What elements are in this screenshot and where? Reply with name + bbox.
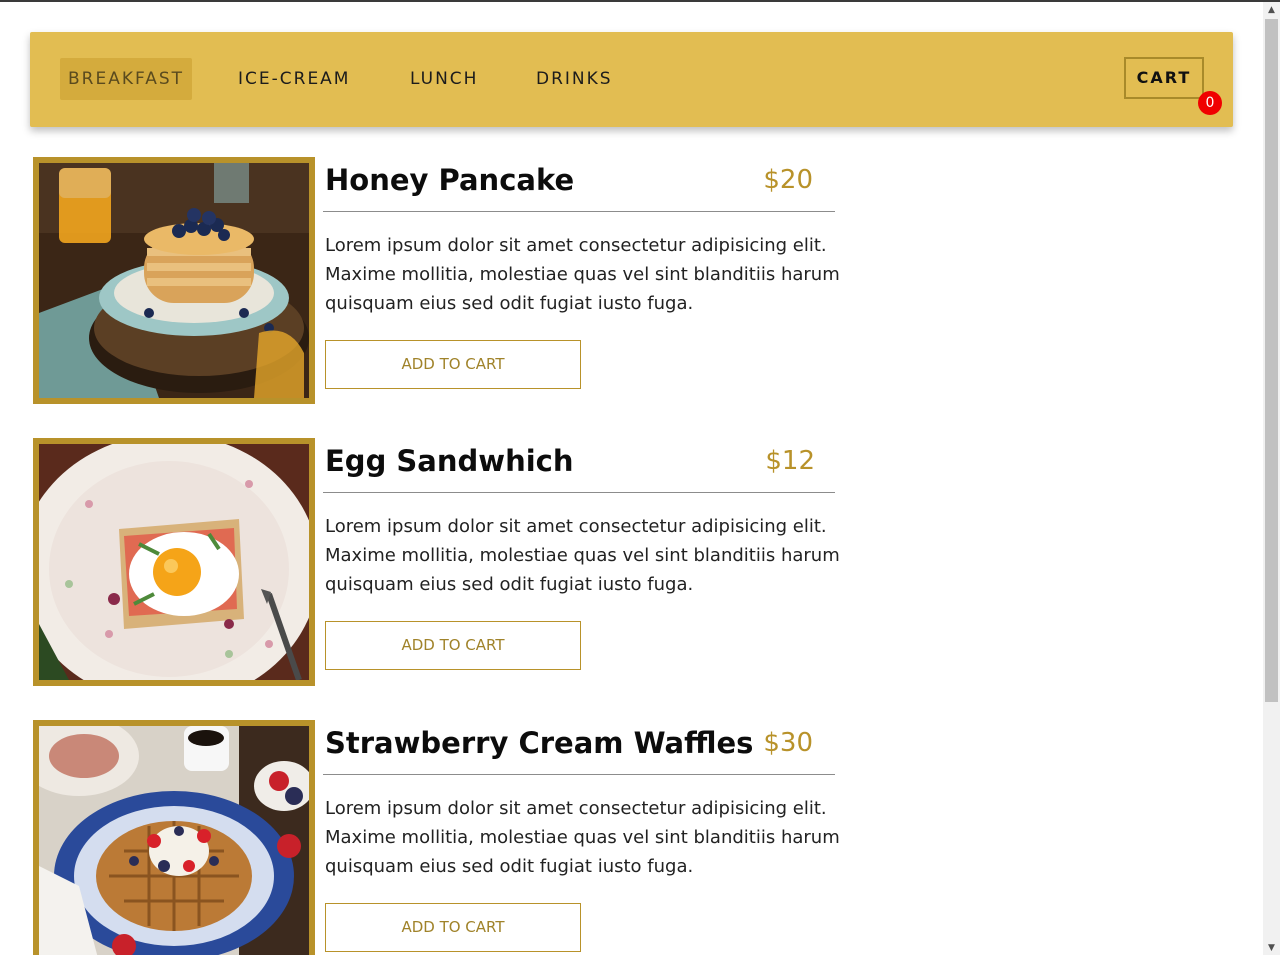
cart-button[interactable]: CART bbox=[1124, 57, 1204, 99]
item-description: Lorem ipsum dolor sit amet consectetur a… bbox=[325, 516, 840, 595]
scrollbar-thumb[interactable] bbox=[1265, 19, 1278, 702]
item-description: Lorem ipsum dolor sit amet consectetur a… bbox=[325, 798, 840, 877]
add-to-cart-button[interactable]: ADD TO CART bbox=[325, 621, 581, 670]
menu-item-honey-pancake: Honey Pancake $20 Lorem ipsum dolor sit … bbox=[33, 157, 843, 407]
item-title: Honey Pancake bbox=[325, 163, 575, 197]
item-price: $20 bbox=[763, 165, 813, 195]
item-price: $30 bbox=[763, 728, 813, 758]
title-divider bbox=[323, 211, 835, 212]
menu-item-egg-sandwich: Egg Sandwhich $12 Lorem ipsum dolor sit … bbox=[33, 438, 843, 688]
title-divider bbox=[323, 774, 835, 775]
vertical-scrollbar[interactable]: ▲ ▼ bbox=[1263, 2, 1280, 955]
navbar: BREAKFAST ICE-CREAM LUNCH DRINKS CART 0 bbox=[30, 32, 1233, 127]
title-divider bbox=[323, 492, 835, 493]
cart-count-badge: 0 bbox=[1198, 91, 1222, 115]
add-to-cart-button[interactable]: ADD TO CART bbox=[325, 903, 581, 952]
nav-item-drinks[interactable]: DRINKS bbox=[536, 58, 613, 100]
strawberry-waffles-photo bbox=[33, 720, 315, 955]
add-to-cart-button[interactable]: ADD TO CART bbox=[325, 340, 581, 389]
app-viewport: BREAKFAST ICE-CREAM LUNCH DRINKS CART 0 bbox=[0, 0, 1280, 955]
nav-item-lunch[interactable]: LUNCH bbox=[410, 58, 478, 100]
scroll-down-arrow-icon[interactable]: ▼ bbox=[1263, 940, 1280, 955]
item-title: Strawberry Cream Waffles bbox=[325, 726, 754, 760]
item-title: Egg Sandwhich bbox=[325, 444, 574, 478]
item-description: Lorem ipsum dolor sit amet consectetur a… bbox=[325, 235, 840, 314]
nav-item-breakfast[interactable]: BREAKFAST bbox=[60, 58, 193, 100]
egg-sandwich-photo bbox=[33, 438, 315, 686]
scroll-up-arrow-icon[interactable]: ▲ bbox=[1263, 2, 1280, 19]
item-price: $12 bbox=[765, 446, 815, 476]
nav-item-ice-cream[interactable]: ICE-CREAM bbox=[238, 58, 350, 100]
menu-item-strawberry-waffles: Strawberry Cream Waffles $30 Lorem ipsum… bbox=[33, 720, 843, 955]
honey-pancake-photo bbox=[33, 157, 315, 404]
